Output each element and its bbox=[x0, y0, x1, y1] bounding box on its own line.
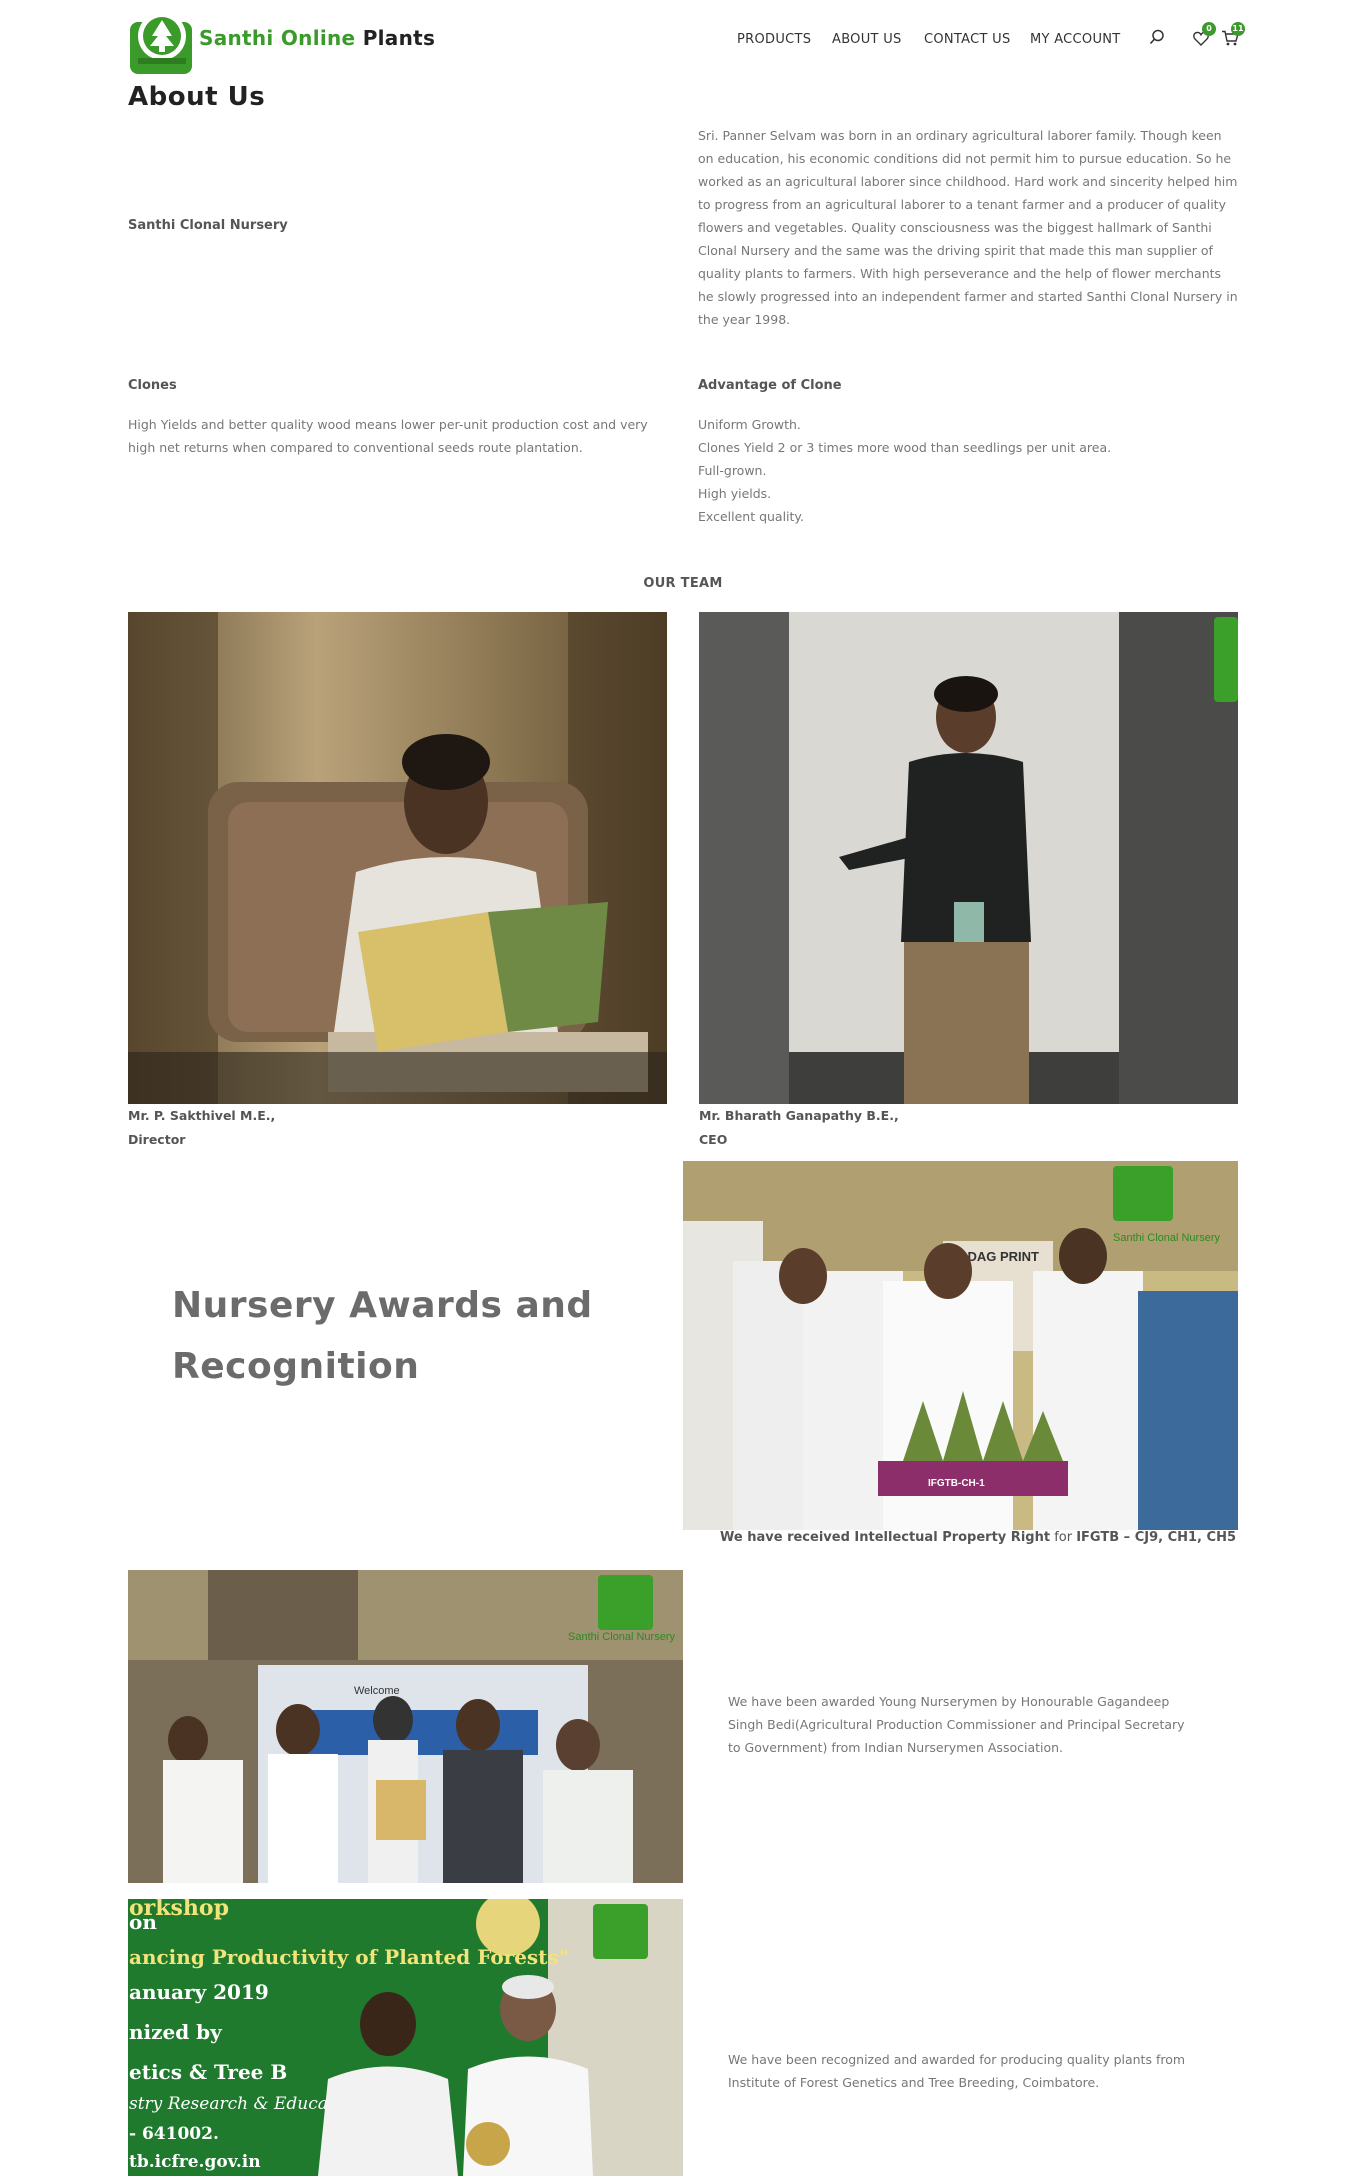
site-header: Santhi Online Plants PRODUCTS ABOUT US C… bbox=[0, 0, 1366, 80]
page-title: About Us bbox=[128, 82, 266, 112]
brand-logo-icon[interactable] bbox=[128, 6, 196, 74]
ceo-caption: Mr. Bharath Ganapathy B.E., CEO bbox=[699, 1104, 899, 1152]
director-role: Director bbox=[128, 1132, 186, 1147]
advantage-item: Excellent quality. bbox=[698, 509, 805, 524]
nav-contact-us[interactable]: CONTACT US bbox=[924, 32, 1011, 47]
wishlist-count-badge: 0 bbox=[1202, 22, 1216, 36]
advantage-label: Advantage of Clone bbox=[698, 378, 842, 393]
brand-name[interactable]: Santhi Online Plants bbox=[199, 26, 435, 50]
team-heading: OUR TEAM bbox=[643, 576, 723, 591]
ceo-role: CEO bbox=[699, 1132, 728, 1147]
search-icon[interactable] bbox=[1149, 29, 1165, 49]
awards-title: Nursery Awards and Recognition bbox=[172, 1285, 593, 1387]
ip-right-award-photo: ORDAG PRINT Santhi Clonal Nursery IFGTB-… bbox=[683, 1161, 1238, 1530]
ip-caption-for: for bbox=[1054, 1530, 1073, 1545]
nav-products[interactable]: PRODUCTS bbox=[737, 32, 811, 47]
advantage-list: Uniform Growth. Clones Yield 2 or 3 time… bbox=[698, 413, 1238, 528]
workshop-line-7: stry Research & Educa bbox=[129, 2094, 328, 2114]
clones-label: Clones bbox=[128, 378, 177, 393]
brand-name-part2: Plants bbox=[362, 26, 436, 50]
nav-my-account[interactable]: MY ACCOUNT bbox=[1030, 32, 1121, 47]
advantage-item: Uniform Growth. bbox=[698, 417, 801, 432]
advantage-item: High yields. bbox=[698, 486, 772, 501]
clones-text: High Yields and better quality wood mean… bbox=[128, 417, 648, 455]
ip-caption-bold2: IFGTB – CJ9, CH1, CH5 bbox=[1076, 1530, 1236, 1545]
ip-caption-bold: We have received Intellectual Property R… bbox=[720, 1530, 1051, 1545]
workshop-line-9: tb.icfre.gov.in bbox=[129, 2152, 261, 2172]
director-name: Mr. P. Sakthivel M.E., bbox=[128, 1108, 276, 1123]
director-photo bbox=[128, 612, 667, 1104]
intro-label: Santhi Clonal Nursery bbox=[128, 218, 288, 233]
quality-plants-award-photo: orkshop on ancing Productivity of Plante… bbox=[128, 1899, 683, 2176]
young-nurserymen-award-photo: Welcome Santhi Clonal Nursery bbox=[128, 1570, 683, 1883]
advantage-item: Clones Yield 2 or 3 times more wood than… bbox=[698, 440, 1112, 455]
quality-plants-text: We have been recognized and awarded for … bbox=[728, 2052, 1186, 2090]
tray-label: IFGTB-CH-1 bbox=[928, 1478, 985, 1489]
advantage-item: Full-grown. bbox=[698, 463, 767, 478]
cart-count-badge: 11 bbox=[1231, 22, 1245, 36]
banner-welcome: Welcome bbox=[354, 1685, 400, 1697]
workshop-line-6: etics & Tree B bbox=[129, 2060, 287, 2084]
ceo-name: Mr. Bharath Ganapathy B.E., bbox=[699, 1108, 899, 1123]
photo-watermark: Santhi Clonal Nursery bbox=[1113, 1232, 1220, 1244]
young-nurserymen-text: We have been awarded Young Nurserymen by… bbox=[728, 1694, 1185, 1755]
ceo-photo bbox=[699, 612, 1238, 1104]
workshop-line-5: nized by bbox=[129, 2020, 223, 2044]
nav-about-us[interactable]: ABOUT US bbox=[832, 32, 902, 47]
ip-right-caption: We have received Intellectual Property R… bbox=[680, 1530, 1236, 1545]
workshop-line-2: on bbox=[129, 1910, 157, 1934]
workshop-line-8: - 641002. bbox=[129, 2124, 219, 2144]
photo-watermark-2: Santhi Clonal Nursery bbox=[568, 1631, 675, 1643]
brand-name-part1: Santhi Online bbox=[199, 26, 356, 50]
director-caption: Mr. P. Sakthivel M.E., Director bbox=[128, 1104, 275, 1152]
intro-text: Sri. Panner Selvam was born in an ordina… bbox=[698, 128, 1238, 327]
workshop-line-3: ancing Productivity of Planted Forests" bbox=[129, 1945, 569, 1969]
workshop-line-4: anuary 2019 bbox=[129, 1980, 269, 2004]
